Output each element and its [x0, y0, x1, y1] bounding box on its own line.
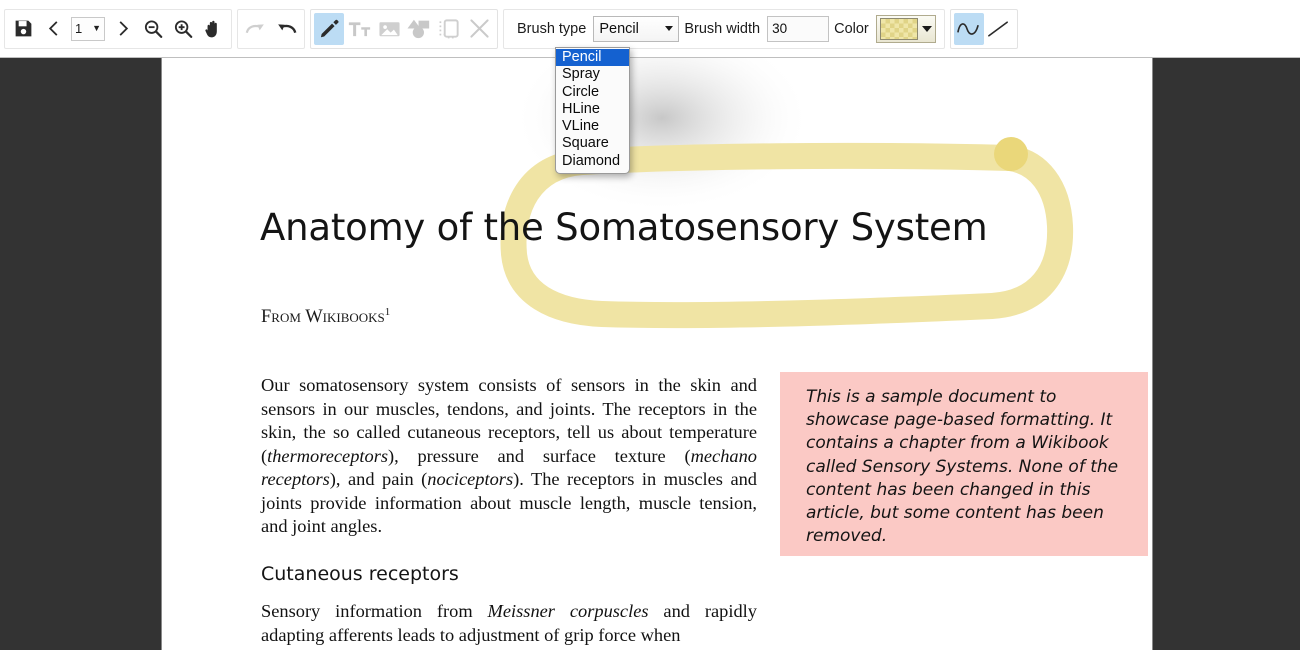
- text-icon: [348, 21, 370, 36]
- source-text: From Wikibooks: [261, 307, 385, 328]
- page-number-value: 1: [75, 21, 83, 36]
- pencil-icon: [320, 19, 339, 38]
- curve-icon: [957, 22, 980, 35]
- chevron-down-icon: ▼: [92, 23, 101, 33]
- document-canvas[interactable]: Anatomy of the Somatosensory System From…: [0, 58, 1300, 650]
- color-label: Color: [834, 20, 869, 37]
- pencil-tool-button[interactable]: [314, 12, 344, 45]
- note-box: This is a sample document to showcase pa…: [780, 372, 1148, 556]
- redo-icon: [245, 23, 264, 33]
- chevron-left-icon: [48, 21, 57, 36]
- brush-option-hline[interactable]: HLine: [556, 101, 629, 118]
- redo-button[interactable]: [241, 13, 271, 45]
- brush-option-square[interactable]: Square: [556, 135, 629, 152]
- brush-width-input[interactable]: 30: [767, 15, 830, 42]
- stamp-icon: [439, 18, 459, 38]
- brush-type-dropdown-menu[interactable]: Pencil Spray Circle HLine VLine Square D…: [555, 47, 630, 175]
- line-icon: [988, 20, 1009, 37]
- toolbar-group-stroke-style: [949, 8, 1018, 49]
- toolbar: 1 ▼ Brush type Pencil Brush width 30 Col…: [0, 0, 1300, 58]
- zoom-in-icon: [174, 19, 193, 38]
- zoom-in-button[interactable]: [168, 13, 198, 45]
- chevron-down-icon: [921, 25, 932, 32]
- next-page-button[interactable]: [108, 13, 138, 45]
- stamp-tool-button[interactable]: [434, 13, 464, 45]
- curve-style-button[interactable]: [953, 12, 984, 45]
- undo-button[interactable]: [271, 13, 301, 45]
- document-page[interactable]: Anatomy of the Somatosensory System From…: [162, 58, 1152, 650]
- brush-option-pencil[interactable]: Pencil: [556, 49, 629, 67]
- line-style-button[interactable]: [984, 13, 1014, 45]
- text-tool-button[interactable]: [344, 13, 374, 45]
- image-icon: [378, 21, 400, 36]
- brush-option-vline[interactable]: VLine: [556, 118, 629, 135]
- brush-type-label: Brush type: [517, 20, 587, 37]
- brush-option-circle[interactable]: Circle: [556, 84, 629, 101]
- zoom-out-button[interactable]: [138, 13, 168, 45]
- note-box-text: This is a sample document to showcase pa…: [806, 387, 1119, 547]
- color-picker-button[interactable]: [875, 14, 936, 43]
- shapes-icon: [407, 19, 430, 39]
- source-footnote-marker: 1: [384, 306, 391, 318]
- close-icon: [469, 19, 489, 38]
- image-tool-button[interactable]: [374, 13, 404, 45]
- undo-icon: [278, 23, 297, 33]
- page-number-select[interactable]: 1 ▼: [71, 16, 105, 41]
- highlighter-annotation: [500, 58, 1074, 329]
- brush-type-select[interactable]: Pencil: [593, 15, 680, 42]
- toolbar-group-brush: Brush type Pencil Brush width 30 Color: [503, 8, 945, 49]
- chevron-right-icon: [119, 21, 128, 36]
- body-paragraph-1: Our somatosensory system consists of sen…: [261, 375, 757, 536]
- brush-option-diamond[interactable]: Diamond: [556, 153, 629, 170]
- delete-tool-button[interactable]: [464, 13, 494, 45]
- pan-button[interactable]: [198, 13, 228, 45]
- chevron-down-icon: [665, 26, 674, 31]
- toolbar-group-navigation: 1 ▼: [4, 8, 232, 49]
- color-swatch: [879, 17, 918, 40]
- previous-page-button[interactable]: [38, 13, 68, 45]
- toolbar-group-tools: [310, 8, 498, 49]
- document-source-line: From Wikibooks1: [261, 306, 390, 328]
- zoom-out-icon: [144, 19, 163, 38]
- shapes-tool-button[interactable]: [404, 13, 434, 45]
- brush-type-value: Pencil: [599, 20, 639, 37]
- save-icon: [15, 20, 31, 37]
- save-button[interactable]: [8, 13, 38, 45]
- brush-width-label: Brush width: [684, 20, 761, 37]
- section-heading: Cutaneous receptors: [261, 563, 459, 585]
- page-title: Anatomy of the Somatosensory System: [260, 206, 988, 249]
- toolbar-group-history: [237, 8, 305, 49]
- hand-icon: [204, 20, 217, 37]
- highlighter-dot: [994, 137, 1028, 171]
- brush-option-spray[interactable]: Spray: [556, 66, 629, 83]
- body-paragraph-2: Sensory information from Meissner corpus…: [261, 601, 757, 645]
